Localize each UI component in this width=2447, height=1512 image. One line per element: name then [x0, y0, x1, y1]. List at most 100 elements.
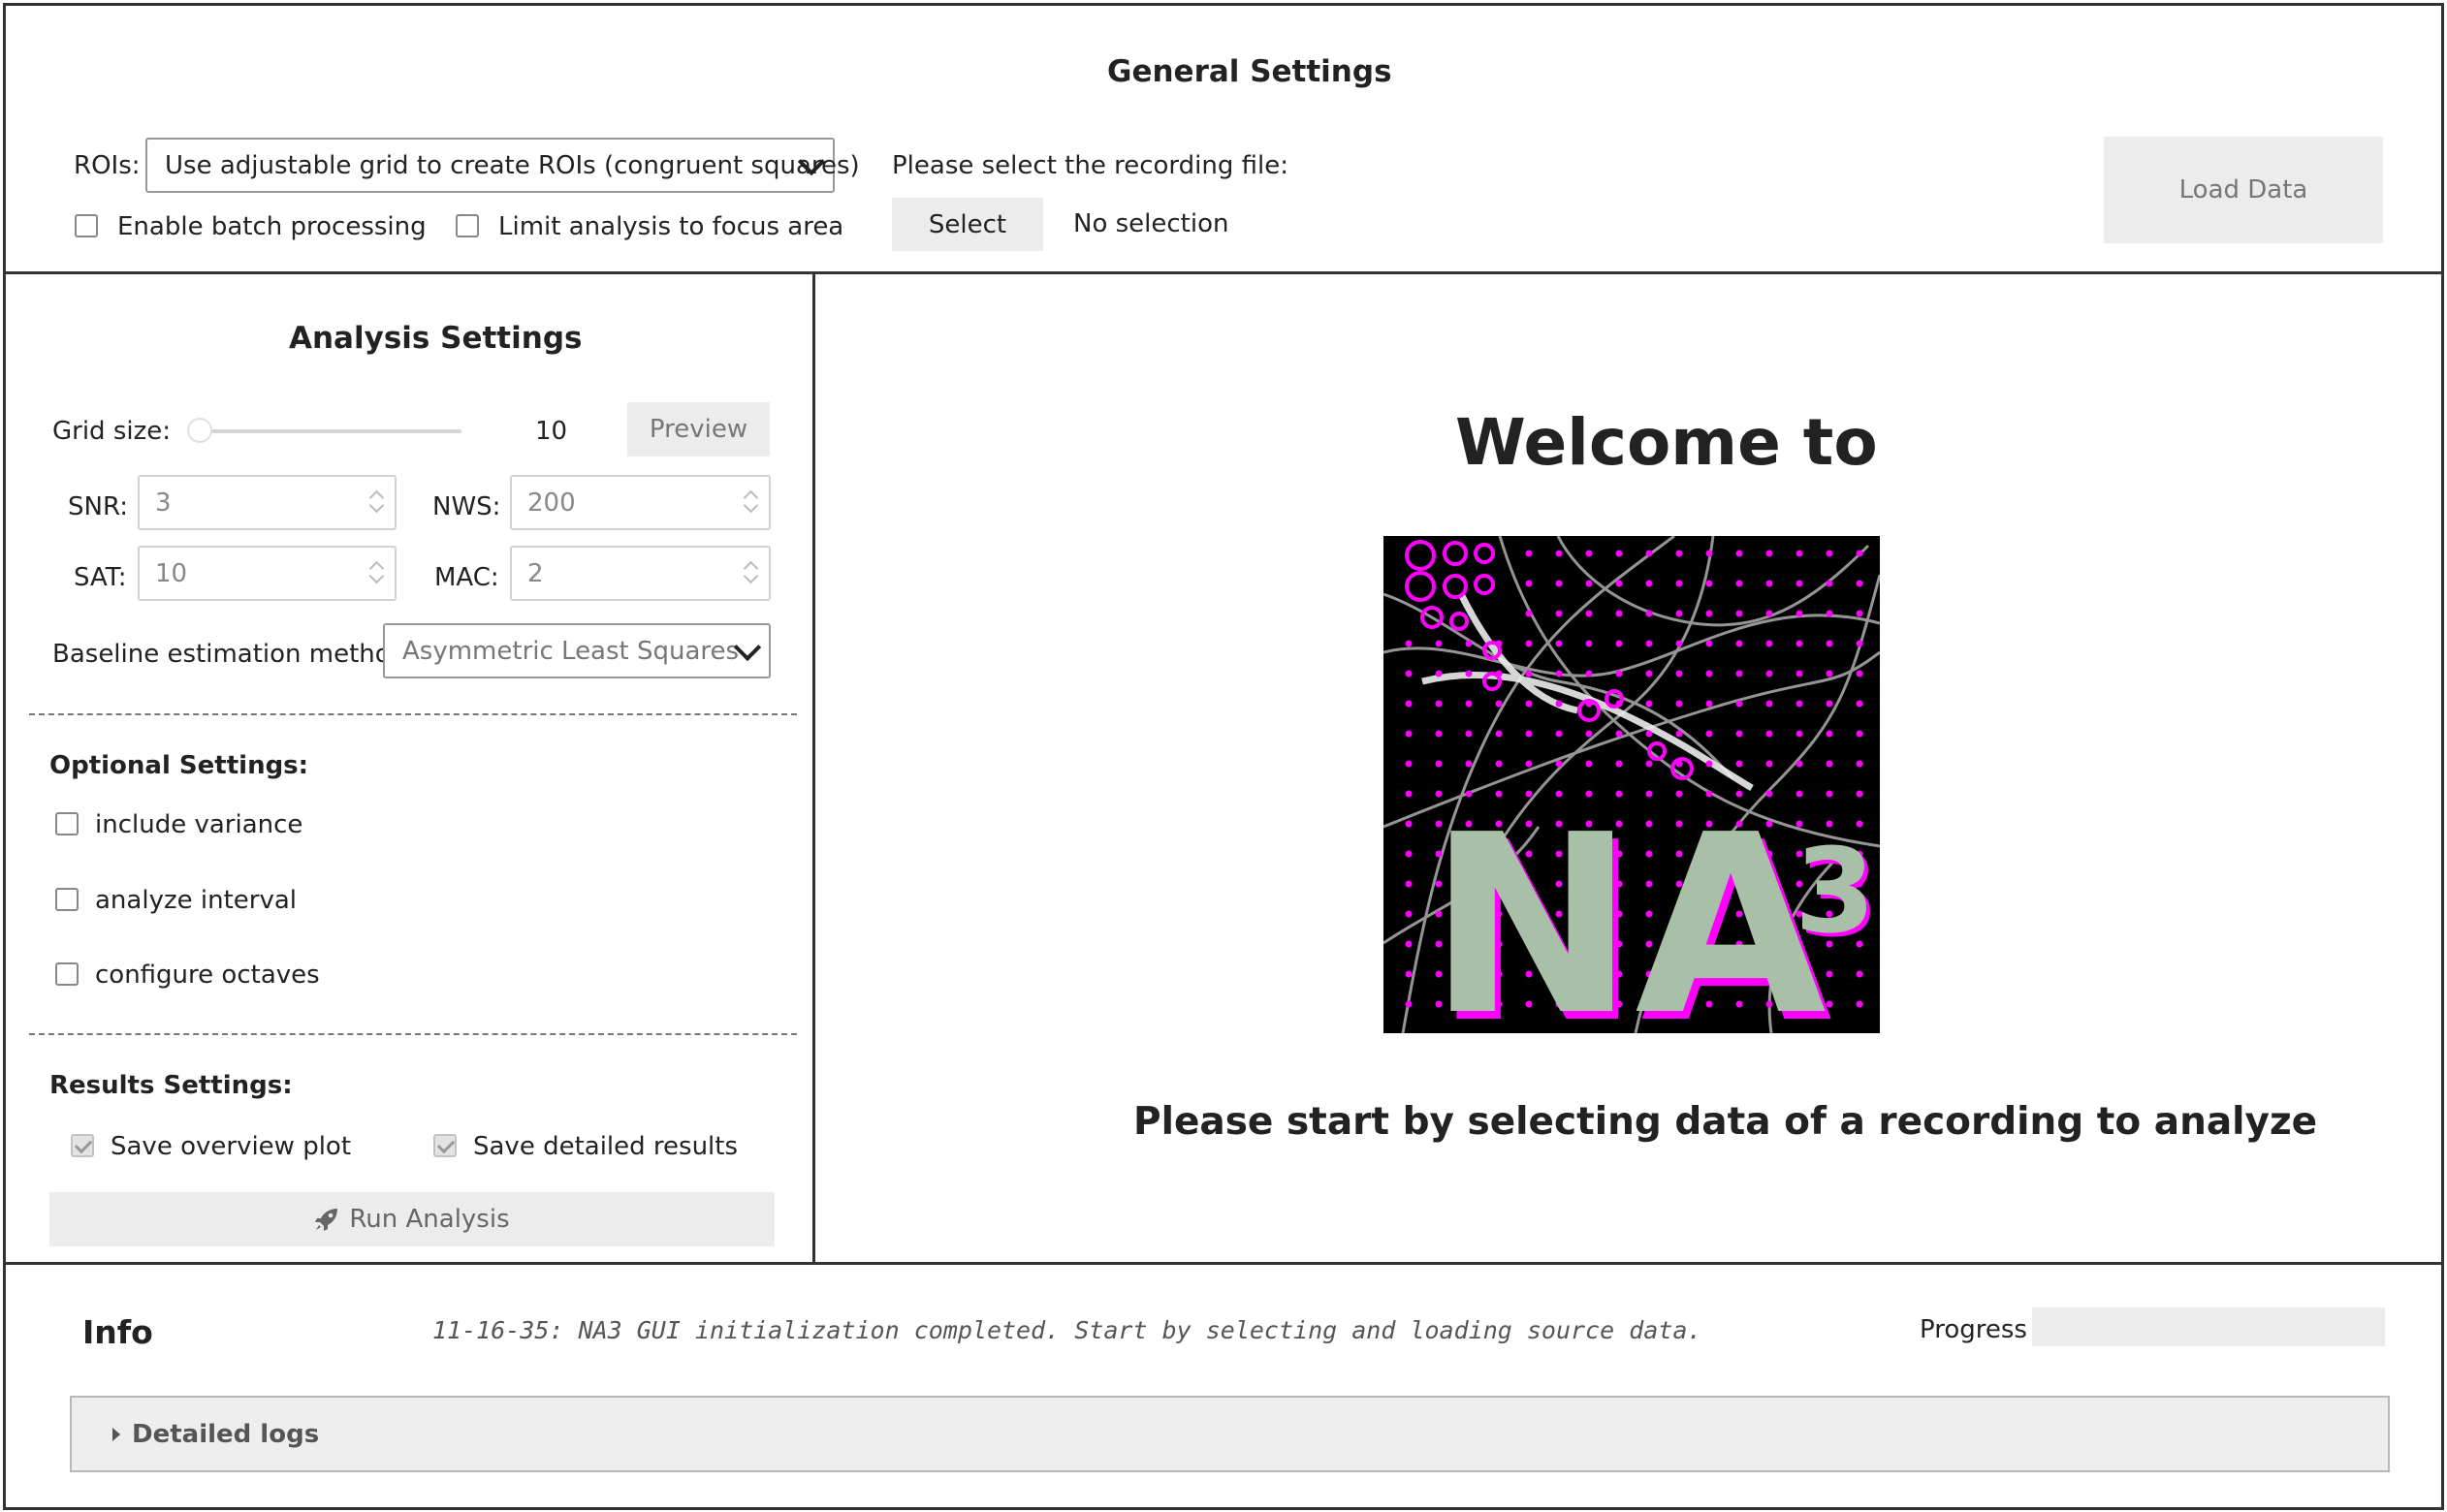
logo-dot: [1645, 550, 1653, 557]
preview-button[interactable]: Preview: [627, 402, 770, 457]
logo-dot: [1675, 550, 1683, 557]
logo-dot: [1465, 760, 1473, 768]
logo-dot: [1765, 700, 1773, 708]
logo-dot: [1435, 670, 1443, 677]
grid-size-slider-handle[interactable]: [187, 418, 212, 443]
logo-dot: [1615, 640, 1623, 647]
logo-dot: [1615, 550, 1623, 557]
logo-dot: [1856, 760, 1863, 768]
load-data-button[interactable]: Load Data: [2104, 137, 2383, 243]
info-title: Info: [82, 1313, 153, 1351]
divider: [29, 713, 797, 715]
logo-dot: [1405, 850, 1413, 858]
logo-dot: [1735, 610, 1743, 617]
logo-dot: [1705, 670, 1713, 677]
logo-dot: [1735, 640, 1743, 647]
logo-dot: [1796, 760, 1803, 768]
snr-spinbox[interactable]: 3: [138, 475, 397, 530]
logo-dot: [1525, 700, 1533, 708]
logo-dot: [1856, 700, 1863, 708]
logo-dot: [1765, 670, 1773, 677]
rois-label: ROIs:: [74, 151, 141, 180]
logo-dot: [1615, 670, 1623, 677]
logo-dot: [1826, 700, 1833, 708]
select-file-button[interactable]: Select: [892, 198, 1043, 251]
logo-dot: [1675, 610, 1683, 617]
logo-dot: [1856, 790, 1863, 798]
sat-spinbox[interactable]: 10: [138, 546, 397, 601]
mac-spinbox[interactable]: 2: [510, 546, 771, 601]
snr-label: SNR:: [68, 492, 128, 521]
logo-dot: [1705, 730, 1713, 738]
save-overview-checkbox[interactable]: [71, 1134, 94, 1157]
run-analysis-button[interactable]: Run Analysis: [49, 1192, 775, 1246]
logo-dot: [1615, 760, 1623, 768]
logo-dot: [1525, 610, 1533, 617]
logo-dot: [1796, 550, 1803, 557]
focus-area-checkbox[interactable]: [456, 214, 479, 237]
general-settings-title: General Settings: [1107, 54, 1392, 89]
spin-arrows-icon[interactable]: [367, 555, 385, 588]
logo-dot: [1435, 730, 1443, 738]
logo-dot: [1826, 670, 1833, 677]
logo-dot: [1856, 670, 1863, 677]
logo-dot: [1856, 730, 1863, 738]
logo-dot: [1796, 730, 1803, 738]
selection-status: No selection: [1073, 209, 1229, 238]
logo-dot: [1856, 640, 1863, 647]
logo-dot: [1495, 760, 1503, 768]
logo-dot: [1856, 1000, 1863, 1008]
grid-size-slider-track[interactable]: [190, 429, 461, 433]
logo-dot: [1796, 670, 1803, 677]
welcome-title: Welcome to: [1455, 405, 1878, 480]
logo-dot: [1705, 760, 1713, 768]
include-variance-label: include variance: [95, 810, 303, 839]
general-settings-panel: General Settings ROIs: Use adjustable gr…: [3, 3, 2444, 274]
save-detailed-checkbox[interactable]: [433, 1134, 457, 1157]
na3-logo-image: NA NA 3 3: [1383, 536, 1880, 1033]
spin-arrows-icon[interactable]: [742, 485, 759, 518]
logo-dot: [1585, 580, 1593, 587]
spin-arrows-icon[interactable]: [367, 485, 385, 518]
logo-dot: [1826, 610, 1833, 617]
analyze-interval-checkbox[interactable]: [55, 888, 79, 911]
grid-size-value: 10: [535, 417, 568, 446]
recording-prompt: Please select the recording file:: [892, 151, 1288, 180]
include-variance-checkbox[interactable]: [55, 812, 79, 835]
nws-label: NWS:: [432, 492, 501, 521]
logo-dot: [1555, 670, 1563, 677]
baseline-select[interactable]: Asymmetric Least Squares: [383, 623, 771, 678]
logo-dot: [1796, 580, 1803, 587]
logo-dot: [1675, 670, 1683, 677]
logo-dot: [1735, 730, 1743, 738]
logo-dot: [1735, 760, 1743, 768]
info-panel: Info 11-16-35: NA3 GUI initialization co…: [3, 1262, 2444, 1510]
rois-select-value: Use adjustable grid to create ROIs (cong…: [165, 150, 860, 180]
detailed-logs-expander[interactable]: Detailed logs: [70, 1396, 2390, 1472]
logo-dot: [1615, 730, 1623, 738]
logo-dot: [1796, 700, 1803, 708]
logo-dot: [1585, 670, 1593, 677]
logo-dot: [1765, 610, 1773, 617]
logo-dot: [1705, 640, 1713, 647]
progress-bar: [2032, 1307, 2385, 1346]
logo-dot: [1465, 640, 1473, 647]
nws-spinbox[interactable]: 200: [510, 475, 771, 530]
logo-dot: [1585, 760, 1593, 768]
logo-dot: [1796, 610, 1803, 617]
logo-dot: [1525, 760, 1533, 768]
logo-dot: [1675, 730, 1683, 738]
spin-arrows-icon[interactable]: [742, 555, 759, 588]
logo-dot: [1675, 640, 1683, 647]
logo-dot: [1705, 580, 1713, 587]
results-settings-title: Results Settings:: [49, 1071, 293, 1100]
logo-dot: [1856, 580, 1863, 587]
na3-logo: NA NA 3 3: [1383, 536, 1880, 1033]
rois-select[interactable]: Use adjustable grid to create ROIs (cong…: [145, 138, 860, 193]
logo-dot: [1705, 700, 1713, 708]
logo-dot: [1735, 700, 1743, 708]
configure-octaves-checkbox[interactable]: [55, 962, 79, 986]
sat-value: 10: [155, 558, 188, 588]
batch-processing-checkbox[interactable]: [75, 214, 98, 237]
analysis-settings-panel: Analysis Settings Grid size: 10 Preview …: [3, 271, 815, 1265]
